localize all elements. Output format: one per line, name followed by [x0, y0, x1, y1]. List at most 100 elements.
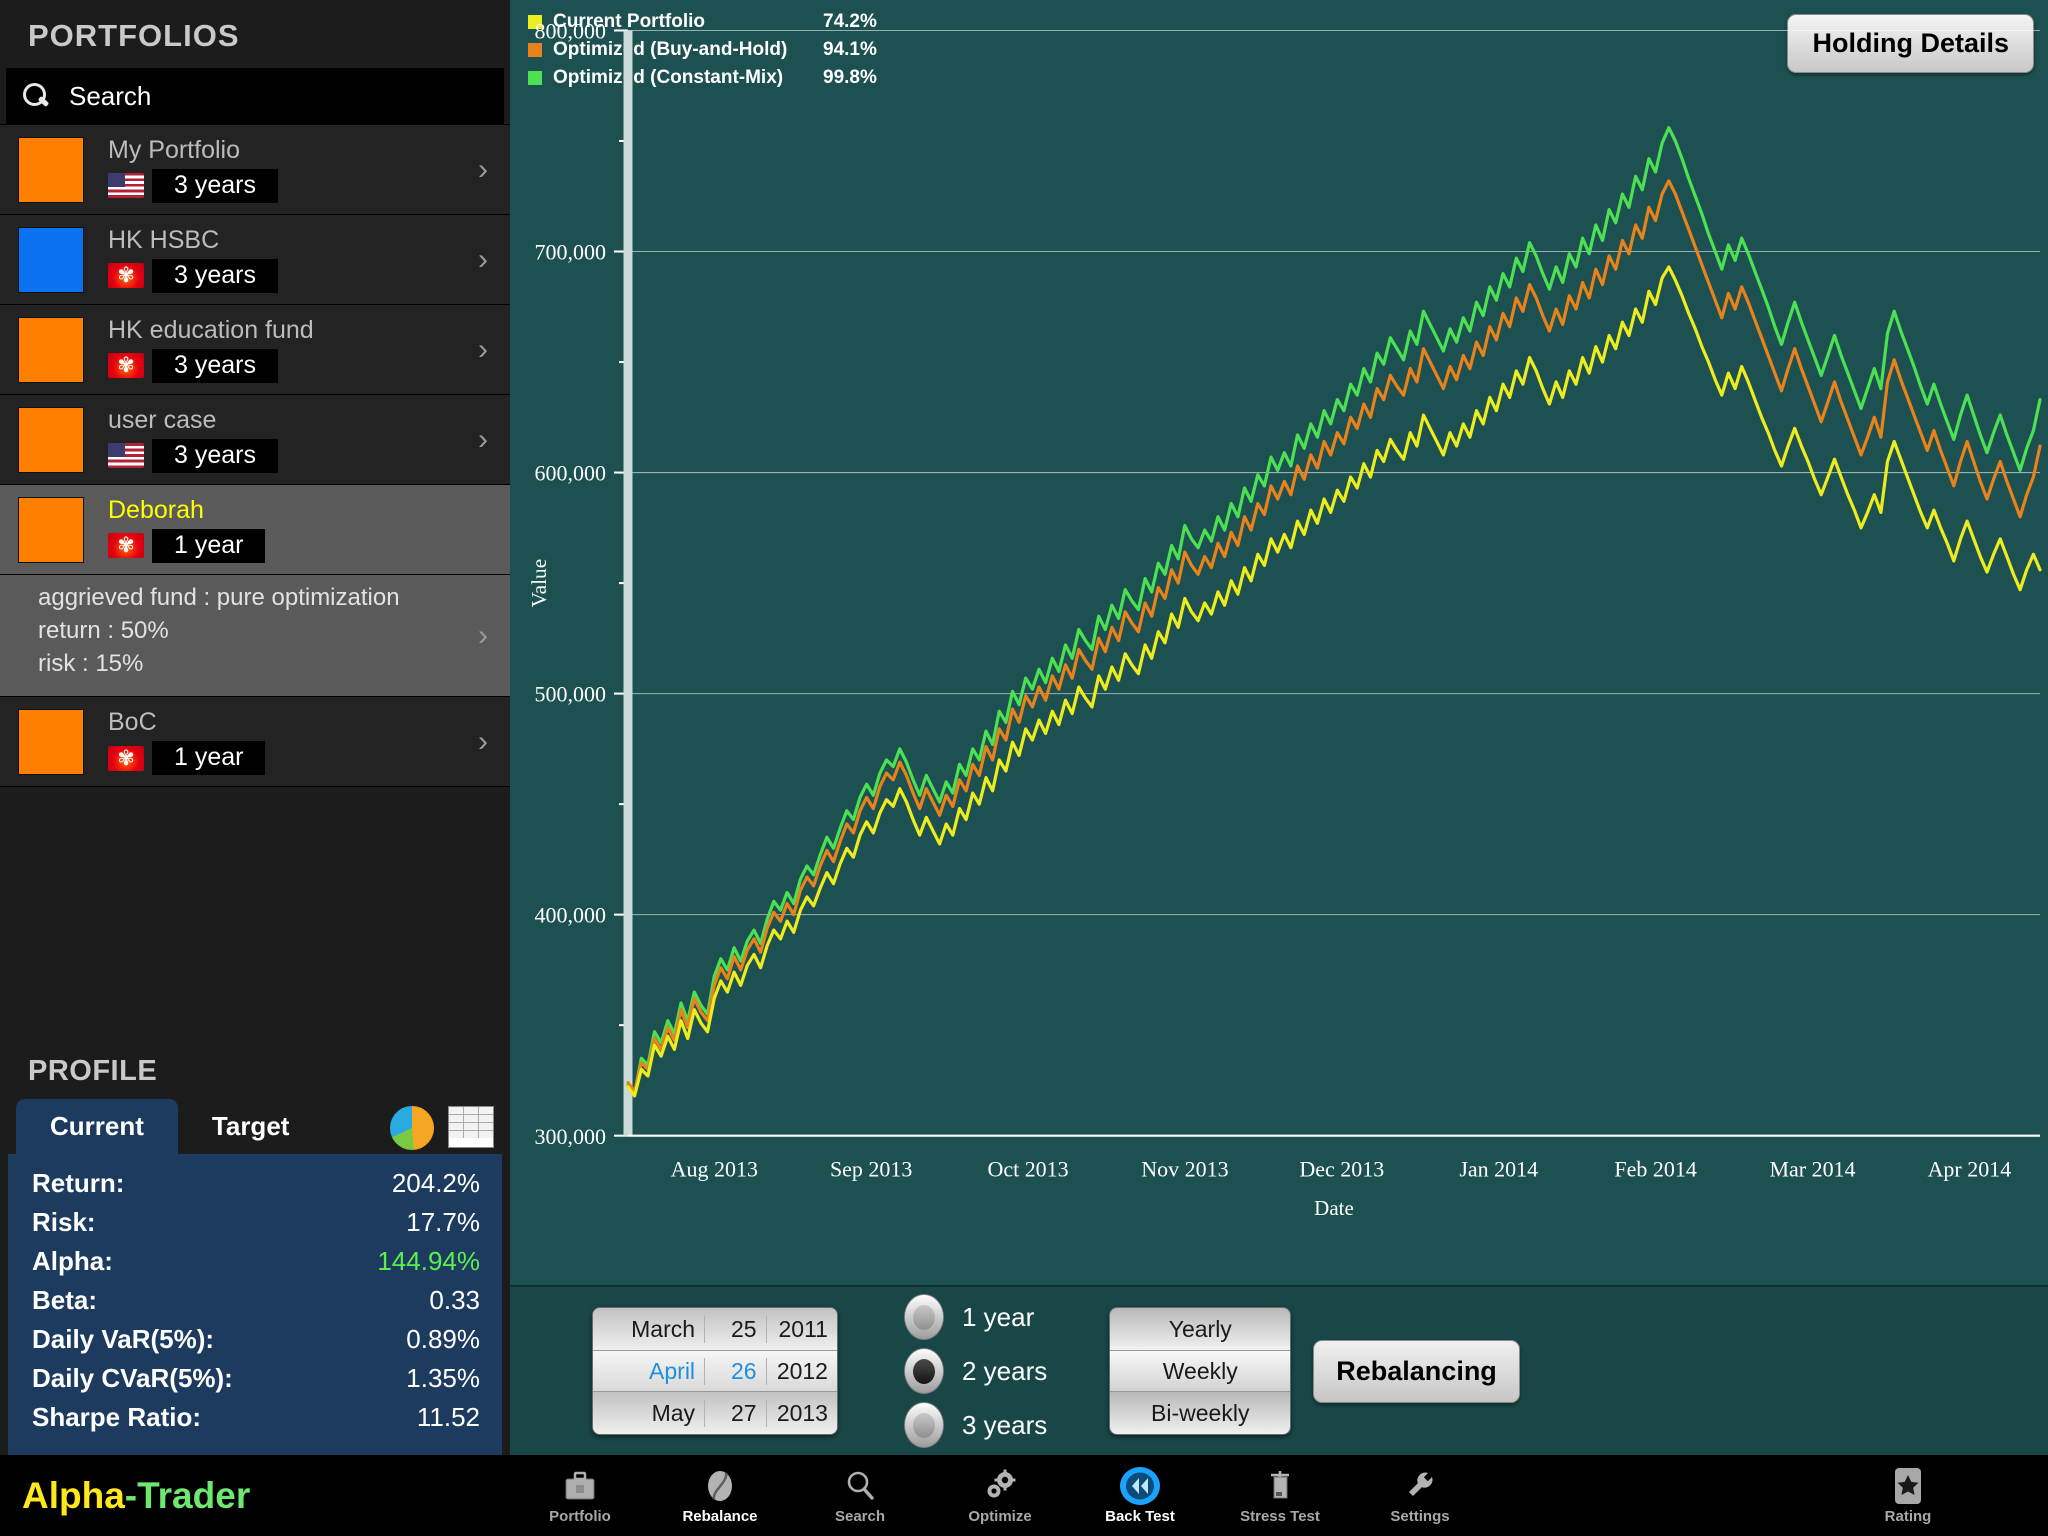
x-axis-tick-label: Sep 2013: [830, 1156, 912, 1181]
stat-row: Beta: 0.33: [32, 1281, 480, 1320]
stat-value: 144.94%: [377, 1246, 480, 1276]
portfolio-detail-line: risk : 15%: [38, 650, 144, 678]
date-picker[interactable]: March 25 2011 April 26 2012 May 27 2013: [592, 1307, 838, 1435]
date-picker-row[interactable]: April 26 2012: [593, 1350, 837, 1392]
y-axis-title: Value: [527, 559, 551, 608]
horizon-radio-option[interactable]: 3 years: [904, 1398, 1047, 1452]
profile-tabs: Current Target: [0, 1099, 510, 1154]
stat-value: 0.89%: [406, 1324, 480, 1354]
date-month[interactable]: March: [593, 1316, 704, 1343]
portfolio-item[interactable]: HK education fund 3 years ›: [0, 305, 510, 395]
portfolio-detail-line: return : 50%: [38, 617, 169, 645]
horizon-radio-option[interactable]: 2 years: [904, 1344, 1047, 1398]
tab-current[interactable]: Current: [16, 1099, 178, 1154]
country-flag-icon: [108, 533, 144, 559]
date-picker-row[interactable]: May 27 2013: [593, 1392, 837, 1434]
radio-button[interactable]: [904, 1294, 944, 1340]
country-flag-icon: [108, 745, 144, 771]
date-picker-row[interactable]: March 25 2011: [593, 1308, 837, 1350]
chevron-right-icon[interactable]: ›: [478, 619, 488, 653]
pie-chart-icon[interactable]: [390, 1106, 434, 1150]
portfolio-item[interactable]: HK HSBC 3 years ›: [0, 215, 510, 305]
profile-title: PROFILE: [28, 1055, 158, 1087]
portfolio-item[interactable]: Deborah 1 year: [0, 485, 510, 575]
brand-first: Alpha: [22, 1474, 125, 1516]
portfolio-name: user case: [108, 406, 217, 435]
date-month[interactable]: May: [593, 1400, 704, 1427]
stat-row: Return: 204.2%: [32, 1164, 480, 1203]
toolbar-item-settings[interactable]: Settings: [1350, 1466, 1490, 1525]
chevron-right-icon[interactable]: ›: [478, 725, 488, 759]
radio-button[interactable]: [904, 1348, 944, 1394]
portfolio-period: 3 years: [152, 258, 278, 293]
x-axis-tick-label: Jan 2014: [1459, 1156, 1538, 1181]
chevron-right-icon[interactable]: ›: [478, 153, 488, 187]
search-placeholder: Search: [69, 80, 152, 111]
toolbar-item-rebalance[interactable]: Rebalance: [650, 1466, 790, 1525]
bean-icon: [650, 1466, 790, 1506]
portfolio-period: 3 years: [152, 348, 278, 383]
portfolio-item[interactable]: BoC 1 year ›: [0, 697, 510, 788]
sidebar-title: PORTFOLIOS: [28, 18, 240, 53]
chart-series-line: [626, 126, 2042, 1096]
chevron-right-icon[interactable]: ›: [478, 333, 488, 367]
portfolio-name: HK HSBC: [108, 226, 220, 255]
country-flag-icon: [108, 353, 144, 379]
portfolio-detail-line: aggrieved fund : pure optimization: [38, 584, 400, 611]
tab-target[interactable]: Target: [178, 1099, 324, 1154]
stat-value: 11.52: [416, 1402, 480, 1432]
frequency-option[interactable]: Yearly: [1110, 1308, 1291, 1350]
y-axis-tick-label: 600,000: [535, 461, 606, 486]
radio-button[interactable]: [904, 1402, 944, 1448]
toolbar-item-rating[interactable]: Rating: [1838, 1466, 1978, 1525]
chevron-right-icon[interactable]: ›: [478, 243, 488, 277]
chevron-right-icon[interactable]: ›: [478, 423, 488, 457]
stat-value: 204.2%: [391, 1168, 480, 1198]
stat-value: 1.35%: [406, 1363, 480, 1393]
portfolio-item[interactable]: My Portfolio 3 years ›: [0, 125, 510, 215]
portfolio-name: HK education fund: [108, 316, 314, 345]
stat-label: Daily CVaR(5%):: [32, 1363, 233, 1393]
frequency-option[interactable]: Weekly: [1110, 1350, 1291, 1392]
toolbar-item-label: Rebalance: [682, 1508, 758, 1525]
toolbar-item-label: Search: [834, 1508, 886, 1525]
y-axis-tick-label: 400,000: [535, 903, 606, 928]
frequency-picker[interactable]: Yearly Weekly Bi-weekly: [1109, 1307, 1292, 1435]
date-day[interactable]: 27: [704, 1399, 766, 1427]
x-axis-tick-label: Oct 2013: [987, 1156, 1068, 1181]
portfolio-color-swatch: [18, 316, 84, 383]
date-day[interactable]: 25: [704, 1315, 766, 1343]
table-icon[interactable]: [448, 1106, 494, 1148]
portfolio-detail[interactable]: aggrieved fund : pure optimization return…: [0, 575, 510, 698]
portfolio-name: My Portfolio: [108, 136, 240, 165]
rebalancing-button[interactable]: Rebalancing: [1313, 1339, 1520, 1403]
radio-label: 2 years: [962, 1355, 1048, 1386]
toolbar-item-search[interactable]: Search: [790, 1466, 930, 1525]
x-axis-tick-label: Dec 2013: [1299, 1156, 1384, 1181]
date-year[interactable]: 2013: [765, 1399, 837, 1427]
x-axis-tick-label: Feb 2014: [1614, 1156, 1696, 1181]
stat-label: Daily VaR(5%):: [32, 1324, 215, 1354]
toolbar-item-label: Stress Test: [1240, 1508, 1320, 1525]
sidebar: PORTFOLIOS Search My Portfolio 3 years › HK…: [0, 0, 510, 1536]
search-input[interactable]: Search: [6, 68, 504, 124]
portfolio-period: 3 years: [152, 168, 278, 203]
toolbar-item-stress-test[interactable]: Stress Test: [1210, 1466, 1350, 1525]
toolbar-item-portfolio[interactable]: Portfolio: [510, 1466, 650, 1525]
date-year[interactable]: 2012: [765, 1357, 837, 1385]
toolbar-item-optimize[interactable]: Optimize: [930, 1466, 1070, 1525]
toolbar-item-label: Back Test: [1105, 1508, 1175, 1525]
country-flag-icon: [108, 173, 144, 199]
frequency-option[interactable]: Bi-weekly: [1110, 1392, 1291, 1434]
horizon-radio-option[interactable]: 1 year: [904, 1290, 1047, 1344]
date-month[interactable]: April: [593, 1358, 704, 1385]
stat-value: 0.33: [429, 1285, 480, 1315]
toolbar-item-label: Settings: [1390, 1508, 1450, 1525]
gauge-icon: [1210, 1466, 1350, 1506]
stat-row: Alpha: 144.94%: [32, 1242, 480, 1281]
gears-icon: [930, 1466, 1070, 1506]
portfolio-item[interactable]: user case 3 years ›: [0, 395, 510, 485]
date-year[interactable]: 2011: [765, 1315, 837, 1343]
toolbar-item-back-test[interactable]: Back Test: [1070, 1466, 1210, 1525]
date-day[interactable]: 26: [704, 1357, 766, 1385]
